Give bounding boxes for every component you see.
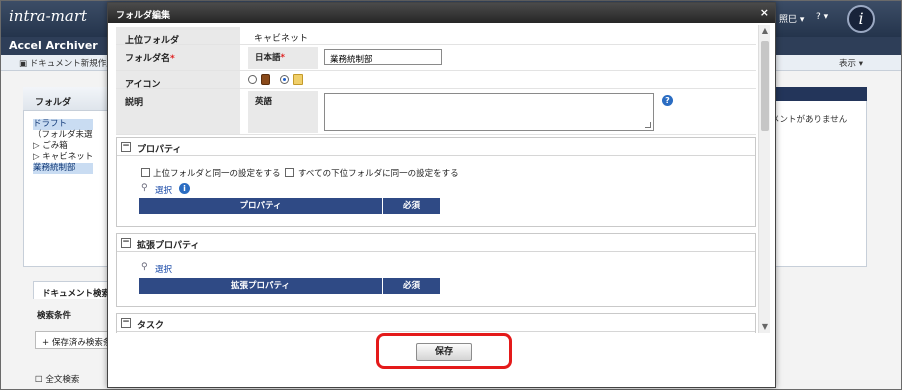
task-section: − タスク xyxy=(116,313,756,333)
description-label: 説明 xyxy=(116,89,240,134)
folder-tree: ドラフト （フォルダ未選 ▷ ごみ箱 ▷ キャビネット 業務統制部 xyxy=(33,119,94,174)
scroll-up-icon[interactable]: ▲ xyxy=(759,25,771,37)
icon-label: アイコン xyxy=(116,71,240,90)
document-panel-header xyxy=(767,87,867,101)
lang-japanese-label: 日本語* xyxy=(248,47,318,69)
description-row: 説明 英語 ? xyxy=(116,89,756,135)
parent-folder-row: 上位フォルダ キャビネット xyxy=(116,27,756,46)
new-document-button[interactable]: ▣ ドキュメント新規作成 xyxy=(19,57,115,69)
parent-folder-label: 上位フォルダ xyxy=(116,27,240,46)
folder-name-row: フォルダ名* 日本語* 業務統制部 xyxy=(116,45,756,71)
ext-properties-col-required: 必須 xyxy=(382,278,440,294)
ext-properties-title: 拡張プロパティ xyxy=(137,241,200,251)
resize-handle-icon[interactable] xyxy=(645,122,651,128)
apply-to-children-label: すべての下位フォルダに同一の設定をする xyxy=(298,169,459,179)
tree-item-trash[interactable]: ▷ ごみ箱 xyxy=(33,141,93,152)
folder-name-input[interactable]: 業務統制部 xyxy=(324,49,442,65)
folder-panel xyxy=(23,87,113,267)
dialog-title: フォルダ編集 xyxy=(108,3,775,23)
icon-radio-folder[interactable] xyxy=(280,75,289,84)
properties-section-header[interactable]: − プロパティ xyxy=(117,138,755,156)
ext-properties-select-link[interactable]: 選択 xyxy=(155,263,172,275)
intra-mart-logo: intra-mart xyxy=(9,7,88,25)
lang-english-label: 英語 xyxy=(248,91,318,133)
search-icon: ⚲ xyxy=(141,262,148,272)
same-as-parent-checkbox[interactable] xyxy=(141,168,150,177)
icon-row: アイコン xyxy=(116,71,756,90)
lang-japanese-text: 日本語 xyxy=(255,53,281,63)
search-condition-label: 検索条件 xyxy=(37,311,72,321)
tree-item-cabinet[interactable]: ▷ キャビネット xyxy=(33,152,93,163)
apply-to-children-checkbox[interactable] xyxy=(285,168,294,177)
task-title: タスク xyxy=(137,321,165,331)
app-subtitle: Accel Archiver xyxy=(9,39,98,52)
cabinet-icon xyxy=(261,74,270,85)
tree-item-gyomu[interactable]: 業務統制部 xyxy=(33,163,94,174)
saved-search-label: 保存済み検索条 xyxy=(51,338,112,348)
folder-name-label-text: フォルダ名 xyxy=(125,54,171,64)
collapse-icon[interactable]: − xyxy=(121,238,131,248)
save-button[interactable]: 保存 xyxy=(416,343,472,361)
collapse-icon[interactable]: − xyxy=(121,142,131,152)
ext-properties-col-property: 拡張プロパティ xyxy=(139,278,382,294)
tree-item-draft[interactable]: ドラフト xyxy=(33,119,94,130)
avatar[interactable]: i xyxy=(847,5,875,33)
description-textarea[interactable] xyxy=(324,93,654,131)
required-mark-lang: * xyxy=(280,53,285,63)
folder-panel-header: フォルダ xyxy=(23,87,113,111)
search-icon: ⚲ xyxy=(141,183,148,193)
properties-section: − プロパティ 上位フォルダと同一の設定をする すべての下位フォルダに同一の設定… xyxy=(116,137,756,227)
folder-icon xyxy=(293,74,303,85)
ext-properties-section: − 拡張プロパティ ⚲ 選択 拡張プロパティ 必須 xyxy=(116,233,756,307)
scroll-down-icon[interactable]: ▼ xyxy=(759,321,771,333)
fulltext-search-checkbox[interactable]: ☐ 全文検索 xyxy=(35,373,79,385)
parent-folder-value: キャビネット xyxy=(254,34,309,44)
same-as-parent-label: 上位フォルダと同一の設定をする xyxy=(153,169,281,179)
vertical-scrollbar[interactable]: ▲ ▼ xyxy=(758,25,770,333)
required-mark: * xyxy=(170,54,175,64)
no-documents-message: メントがありません xyxy=(771,115,848,125)
properties-select-link[interactable]: 選択 xyxy=(155,184,172,196)
info-icon[interactable]: i xyxy=(179,183,190,194)
view-menu[interactable]: 表示 ▾ xyxy=(839,57,863,69)
fulltext-label: 全文検索 xyxy=(45,375,80,385)
icon-radio-cabinet[interactable] xyxy=(248,75,257,84)
saved-search-dropdown[interactable]: + 保存済み検索条 xyxy=(35,331,115,349)
dialog-scroll-area: 上位フォルダ キャビネット フォルダ名* 日本語* 業務統制部 アイコン 説明 … xyxy=(108,23,775,333)
collapse-icon[interactable]: − xyxy=(121,318,131,328)
tree-item-unselected: （フォルダ未選 xyxy=(33,130,93,140)
tab-document-search[interactable]: ドキュメント検索 xyxy=(33,281,113,299)
help-menu[interactable]: ? ▾ xyxy=(816,12,828,22)
user-menu[interactable]: 照巳 ▾ xyxy=(779,12,804,25)
help-icon[interactable]: ? xyxy=(662,95,673,106)
properties-title: プロパティ xyxy=(137,145,182,155)
properties-col-property: プロパティ xyxy=(139,198,382,214)
task-section-header[interactable]: − タスク xyxy=(117,314,755,332)
ext-properties-section-header[interactable]: − 拡張プロパティ xyxy=(117,234,755,252)
new-document-label: ドキュメント新規作成 xyxy=(29,59,115,69)
properties-col-required: 必須 xyxy=(382,198,440,214)
close-icon[interactable]: × xyxy=(760,6,769,19)
folder-edit-dialog: フォルダ編集 × 上位フォルダ キャビネット フォルダ名* 日本語* 業務統制部… xyxy=(107,2,776,388)
scrollbar-thumb[interactable] xyxy=(761,41,769,131)
folder-name-label: フォルダ名* xyxy=(116,45,240,70)
